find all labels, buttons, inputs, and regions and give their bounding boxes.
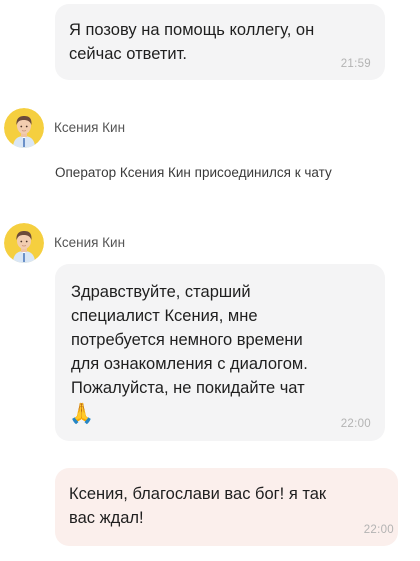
message-text: Ксения, благослави вас бог! я так вас жд… [69, 485, 327, 527]
message-time: 22:00 [363, 524, 394, 536]
system-message: Оператор Ксения Кин присоединился к чату [55, 165, 332, 180]
message-bubble-operator: Здравствуйте, старший специалист Ксения,… [55, 264, 385, 441]
message-text: Здравствуйте, старший специалист Ксения,… [71, 283, 308, 397]
agent-name: Ксения Кин [54, 120, 126, 135]
message-bubble-operator: Я позову на помощь коллегу, он сейчас от… [55, 4, 385, 80]
agent-avatar [4, 223, 44, 263]
agent-avatar [4, 108, 44, 148]
message-bubble-user: Ксения, благослави вас бог! я так вас жд… [55, 468, 398, 546]
agent-name: Ксения Кин [54, 235, 126, 250]
praying-hands-icon: 🙏 [69, 403, 94, 425]
message-time: 21:59 [340, 58, 371, 70]
message-time: 22:00 [340, 418, 371, 430]
message-text: Я позову на помощь коллегу, он сейчас от… [69, 21, 315, 63]
